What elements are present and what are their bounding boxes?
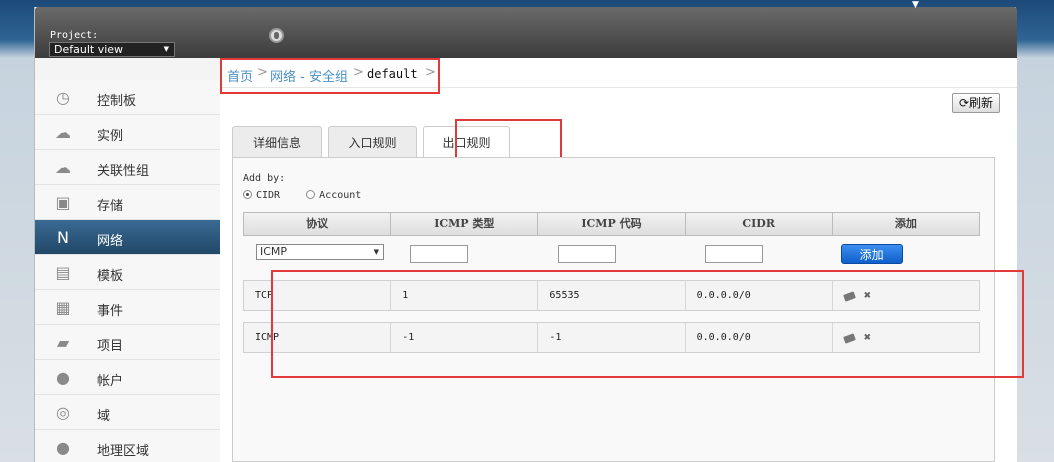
- new-rule-row: ICMP ▼ 添加: [243, 236, 980, 270]
- sidebar-item-label: 网络: [97, 234, 124, 249]
- add-rule-button[interactable]: 添加: [840, 244, 903, 264]
- tab-details[interactable]: 详细信息: [232, 126, 322, 158]
- domain-icon: ◎: [56, 403, 70, 422]
- top-bar: Project: Default view ▼: [35, 7, 1017, 58]
- sidebar-item-label: 存储: [97, 199, 124, 214]
- globe-icon[interactable]: [269, 28, 284, 43]
- project-select[interactable]: Default view ▼: [49, 42, 175, 57]
- network-icon: N: [57, 228, 69, 247]
- sidebar-item-label: 项目: [97, 339, 124, 354]
- breadcrumb-highlight: [220, 58, 440, 94]
- project-label: Project:: [50, 30, 99, 41]
- calendar-icon: ▦: [55, 298, 71, 317]
- user-icon: ●: [56, 368, 70, 387]
- protocol-select-value: ICMP: [260, 245, 288, 258]
- sidebar-item-label: 控制板: [97, 94, 137, 109]
- account-radio-label: Account: [319, 190, 362, 201]
- sidebar-item-instances[interactable]: ☁ 实例: [35, 115, 220, 150]
- sidebar-item-label: 模板: [97, 269, 124, 284]
- user-menu-caret-icon[interactable]: ▼: [912, 0, 919, 10]
- account-radio[interactable]: [306, 190, 316, 199]
- sidebar-item-events[interactable]: ▦ 事件: [35, 290, 220, 325]
- app-frame: Project: Default view ▼ ◷ 控制板 ☁ 实例 ☁ 关联性…: [34, 7, 1024, 462]
- affinity-icon: ☁: [55, 158, 71, 177]
- template-icon: ▤: [55, 263, 71, 282]
- sidebar-item-affinity-groups[interactable]: ☁ 关联性组: [35, 150, 220, 185]
- sidebar-item-label: 关联性组: [97, 164, 150, 179]
- sidebar-item-regions[interactable]: ● 地理区域: [35, 430, 220, 462]
- sidebar-item-dashboard[interactable]: ◷ 控制板: [35, 80, 220, 115]
- header-icmp-type: ICMP 类型: [391, 213, 539, 235]
- header-protocol: 协议: [244, 213, 392, 235]
- table-header: 协议 ICMP 类型 ICMP 代码 CIDR 添加: [243, 212, 980, 236]
- sidebar-item-label: 实例: [97, 129, 124, 144]
- sidebar-item-label: 帐户: [97, 374, 124, 389]
- sidebar-item-templates[interactable]: ▤ 模板: [35, 255, 220, 290]
- sidebar-item-label: 地理区域: [97, 444, 150, 459]
- header-icmp-code: ICMP 代码: [538, 213, 686, 235]
- sidebar-item-projects[interactable]: ▰ 项目: [35, 325, 220, 360]
- sidebar-item-label: 域: [97, 409, 111, 424]
- sidebar-item-label: 事件: [97, 304, 124, 319]
- cloud-icon: ☁: [55, 123, 71, 142]
- header-cidr: CIDR: [686, 213, 833, 235]
- dashboard-icon: ◷: [56, 88, 70, 107]
- refresh-label: 刷新: [969, 96, 994, 110]
- cidr-radio[interactable]: [243, 190, 252, 199]
- icmp-type-input[interactable]: [410, 245, 469, 263]
- sidebar-item-domains[interactable]: ◎ 域: [35, 395, 220, 430]
- sidebar: ◷ 控制板 ☁ 实例 ☁ 关联性组 ▣ 存储 N 网络 ▤ 模板 ▦ 事件 ▰: [35, 80, 220, 462]
- icmp-code-input[interactable]: [557, 245, 616, 263]
- chevron-down-icon: ▼: [373, 248, 379, 256]
- rules-highlight: [271, 270, 1024, 378]
- add-by-label: Add by:: [243, 173, 286, 184]
- sidebar-item-network[interactable]: N 网络: [35, 220, 220, 255]
- add-by-options: CIDR Account: [243, 190, 361, 201]
- refresh-icon: ⟳: [958, 96, 970, 110]
- protocol-select[interactable]: ICMP ▼: [256, 244, 384, 260]
- sidebar-item-storage[interactable]: ▣ 存储: [35, 185, 220, 220]
- project-select-value: Default view: [54, 43, 124, 56]
- folder-icon: ▰: [56, 333, 70, 352]
- rule-form: 协议 ICMP 类型 ICMP 代码 CIDR 添加 ICMP ▼ 添加: [243, 212, 980, 270]
- cidr-radio-label: CIDR: [256, 190, 281, 201]
- chevron-down-icon: ▼: [163, 45, 169, 53]
- header-add: 添加: [894, 217, 917, 230]
- cidr-input[interactable]: [705, 245, 764, 263]
- globe-icon: ●: [56, 438, 70, 457]
- tab-ingress-rules[interactable]: 入口规则: [328, 126, 417, 158]
- refresh-button[interactable]: ⟳刷新: [952, 93, 1000, 113]
- sidebar-item-accounts[interactable]: ● 帐户: [35, 360, 220, 395]
- storage-icon: ▣: [55, 193, 71, 212]
- main-content: 首页 > 网络 - 安全组 > default > ⟳刷新 详细信息 入口规则 …: [220, 58, 1024, 462]
